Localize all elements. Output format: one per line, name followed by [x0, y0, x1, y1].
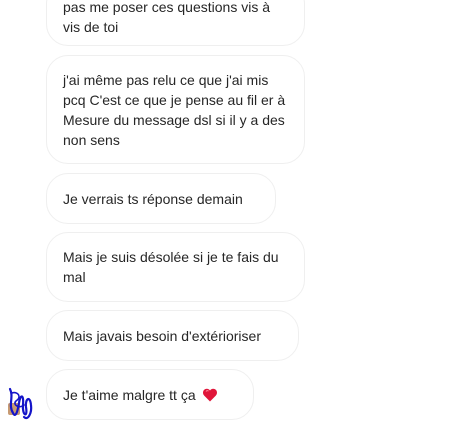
message-bubble[interactable]: Mais je suis désolée si je te fais du ma… [46, 232, 305, 302]
sender-avatar[interactable] [4, 383, 38, 423]
heart-emoji-icon [202, 388, 217, 401]
message-text: Je verrais ts réponse demain [63, 190, 243, 207]
message-bubble[interactable]: pas me poser ces questions vis à vis de … [46, 0, 305, 46]
message-text: pas me poser ces questions vis à vis de … [63, 0, 270, 35]
message-bubble[interactable]: Mais javais besoin d'extérioriser [46, 310, 299, 361]
message-thread: pas me poser ces questions vis à vis de … [0, 0, 461, 431]
message-text-wrap: Je t'aime malgre tt ça [63, 385, 218, 405]
message-text: Je t'aime malgre tt ça [63, 386, 196, 403]
message-text: Mais javais besoin d'extérioriser [63, 327, 261, 344]
message-text: Mais je suis désolée si je te fais du ma… [63, 249, 279, 285]
message-text: j'ai même pas relu ce que j'ai mis pcq C… [63, 71, 286, 148]
message-bubble[interactable]: Je t'aime malgre tt ça [46, 369, 254, 420]
message-bubble[interactable]: Je verrais ts réponse demain [46, 173, 276, 224]
message-bubble[interactable]: j'ai même pas relu ce que j'ai mis pcq C… [46, 55, 305, 164]
